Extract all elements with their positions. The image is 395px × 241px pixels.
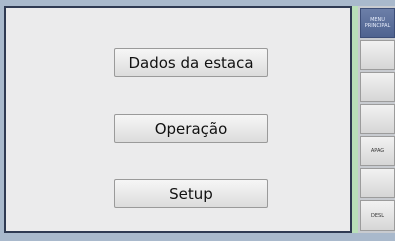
operacao-button[interactable]: Operação	[114, 114, 268, 143]
setup-button[interactable]: Setup	[114, 179, 268, 208]
side-button-6[interactable]	[360, 168, 395, 198]
side-button-menu-principal[interactable]: MENU PRINCIPAL	[360, 8, 395, 38]
side-button-4[interactable]	[360, 104, 395, 134]
side-button-3[interactable]	[360, 72, 395, 102]
side-menu: MENU PRINCIPAL APAG DESL	[358, 6, 395, 233]
app-screen: Dados da estaca Operação Setup MENU PRIN…	[0, 0, 395, 241]
side-button-2[interactable]	[360, 40, 395, 70]
dados-da-estaca-button[interactable]: Dados da estaca	[114, 48, 268, 77]
side-button-apag[interactable]: APAG	[360, 136, 395, 166]
side-button-desl[interactable]: DESL	[360, 200, 395, 231]
main-panel: Dados da estaca Operação Setup	[4, 6, 352, 233]
